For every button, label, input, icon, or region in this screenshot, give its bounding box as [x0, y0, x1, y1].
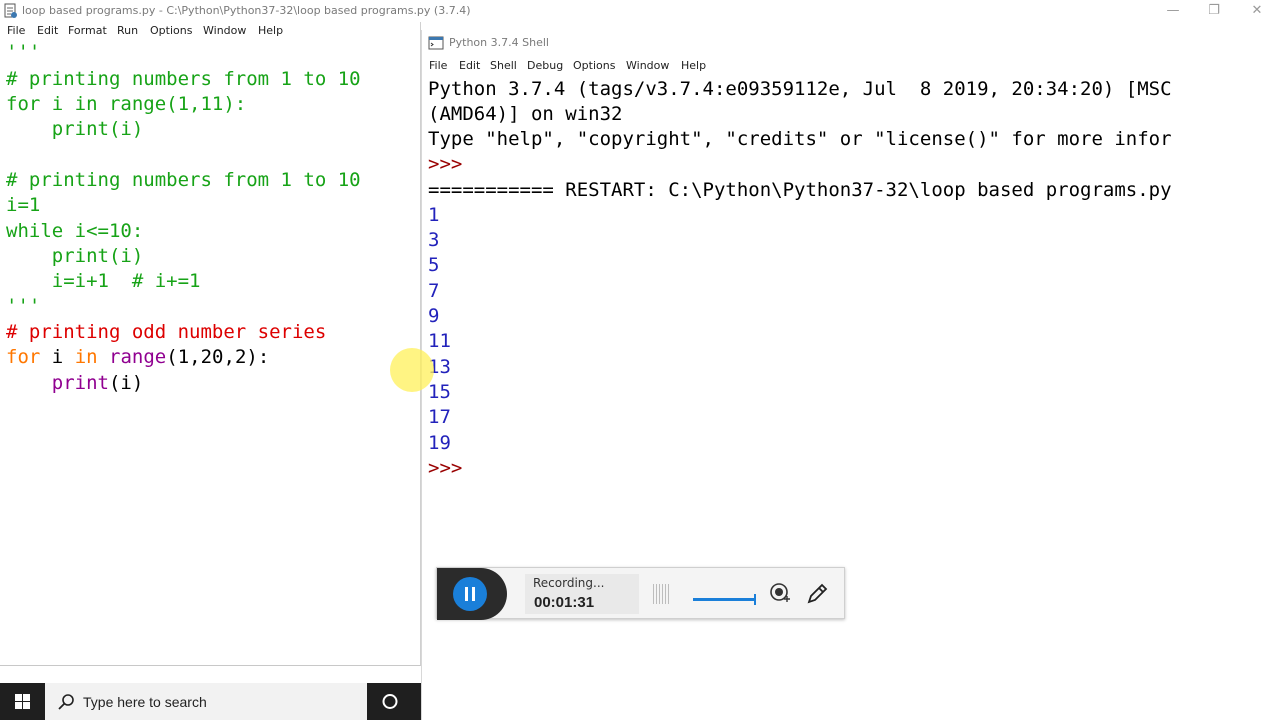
shell-menu-file[interactable]: File	[429, 59, 447, 72]
output-line: 9	[428, 305, 440, 327]
python-idle-icon	[4, 3, 17, 18]
output-line: 15	[428, 381, 451, 403]
editor-menu-options[interactable]: Options	[150, 24, 192, 37]
code-line: i=1	[6, 194, 41, 216]
drag-grip-icon[interactable]	[653, 584, 671, 604]
editor-menu-edit[interactable]: Edit	[37, 24, 58, 37]
output-line: 1	[428, 204, 440, 226]
code-editor[interactable]: ''' # printing numbers from 1 to 10 for …	[0, 40, 421, 666]
editor-window: loop based programs.py - C:\Python\Pytho…	[0, 0, 1280, 666]
code-line: '''	[6, 295, 41, 317]
shell-output[interactable]: Python 3.7.4 (tags/v3.7.4:e09359112e, Ju…	[422, 76, 1280, 720]
shell-title: Python 3.7.4 Shell	[449, 36, 549, 49]
code-line: for i in range(1,11):	[6, 93, 247, 115]
editor-menubar: File Edit Format Run Options Window Help	[0, 22, 421, 40]
search-icon	[58, 694, 74, 710]
code-line-comment: # printing odd number series	[6, 321, 327, 343]
shell-menu-help[interactable]: Help	[681, 59, 706, 72]
restore-button[interactable]: ❐	[1191, 0, 1237, 22]
pause-icon[interactable]	[453, 577, 487, 611]
code-line: i=i+1 # i+=1	[6, 270, 201, 292]
shell-menu-edit[interactable]: Edit	[459, 59, 480, 72]
shell-menu-shell[interactable]: Shell	[490, 59, 517, 72]
minimize-button[interactable]: —	[1150, 0, 1196, 22]
code-line: while i<=10:	[6, 220, 144, 242]
code-line: # printing numbers from 1 to 10	[6, 169, 361, 191]
output-line: 7	[428, 280, 440, 302]
shell-menu-window[interactable]: Window	[626, 59, 669, 72]
editor-menu-run[interactable]: Run	[117, 24, 138, 37]
editor-menu-file[interactable]: File	[7, 24, 25, 37]
shell-menu-debug[interactable]: Debug	[527, 59, 563, 72]
output-line: 3	[428, 229, 440, 251]
volume-slider[interactable]	[693, 594, 756, 605]
recording-timer: 00:01:31	[534, 594, 595, 611]
cursor-highlight	[390, 348, 434, 392]
taskbar-search-box[interactable]: Type here to search	[45, 683, 367, 720]
pen-icon[interactable]	[805, 582, 829, 606]
recording-info: Recording... 00:01:31	[525, 574, 639, 614]
banner-line: Type "help", "copyright", "credits" or "…	[428, 128, 1172, 150]
recording-toolbar: Recording... 00:01:31	[436, 567, 845, 620]
banner-line: (AMD64)] on win32	[428, 103, 623, 125]
recording-status: Recording...	[533, 576, 605, 590]
cortana-icon[interactable]	[367, 683, 421, 720]
editor-titlebar[interactable]: loop based programs.py - C:\Python\Pytho…	[0, 0, 1280, 22]
restart-line: =========== RESTART: C:\Python\Python37-…	[428, 179, 1172, 201]
editor-menu-help[interactable]: Help	[258, 24, 283, 37]
output-line: 17	[428, 406, 451, 428]
webcam-icon[interactable]	[769, 582, 791, 604]
shell-menubar: File Edit Shell Debug Options Window Hel…	[422, 56, 1280, 76]
editor-menu-format[interactable]: Format	[68, 24, 107, 37]
shell-prompt: >>>	[428, 153, 463, 175]
desktop: loop based programs.py - C:\Python\Pytho…	[0, 0, 1280, 720]
editor-title: loop based programs.py - C:\Python\Pytho…	[22, 4, 471, 17]
recorder-control-area	[437, 568, 507, 620]
code-line: '''	[6, 41, 41, 63]
windows-start-icon[interactable]	[0, 683, 45, 720]
python-idle-icon	[428, 36, 444, 50]
code-line: print(i)	[6, 245, 144, 267]
code-line-print: print(i)	[51, 372, 144, 394]
code-line: print(i)	[6, 118, 144, 140]
output-line: 19	[428, 432, 451, 454]
output-line: 5	[428, 254, 440, 276]
shell-menu-options[interactable]: Options	[573, 59, 615, 72]
banner-line: Python 3.7.4 (tags/v3.7.4:e09359112e, Ju…	[428, 78, 1172, 100]
close-button[interactable]: ✕	[1234, 0, 1280, 22]
editor-menu-window[interactable]: Window	[203, 24, 246, 37]
taskbar: Type here to search	[0, 683, 421, 720]
code-line: # printing numbers from 1 to 10	[6, 68, 361, 90]
code-line-for: for i in range(1,20,2):	[6, 346, 270, 368]
search-placeholder: Type here to search	[83, 694, 207, 710]
shell-prompt-final: >>>	[428, 457, 463, 479]
output-line: 11	[428, 330, 451, 352]
shell-titlebar[interactable]: Python 3.7.4 Shell	[422, 30, 1280, 56]
